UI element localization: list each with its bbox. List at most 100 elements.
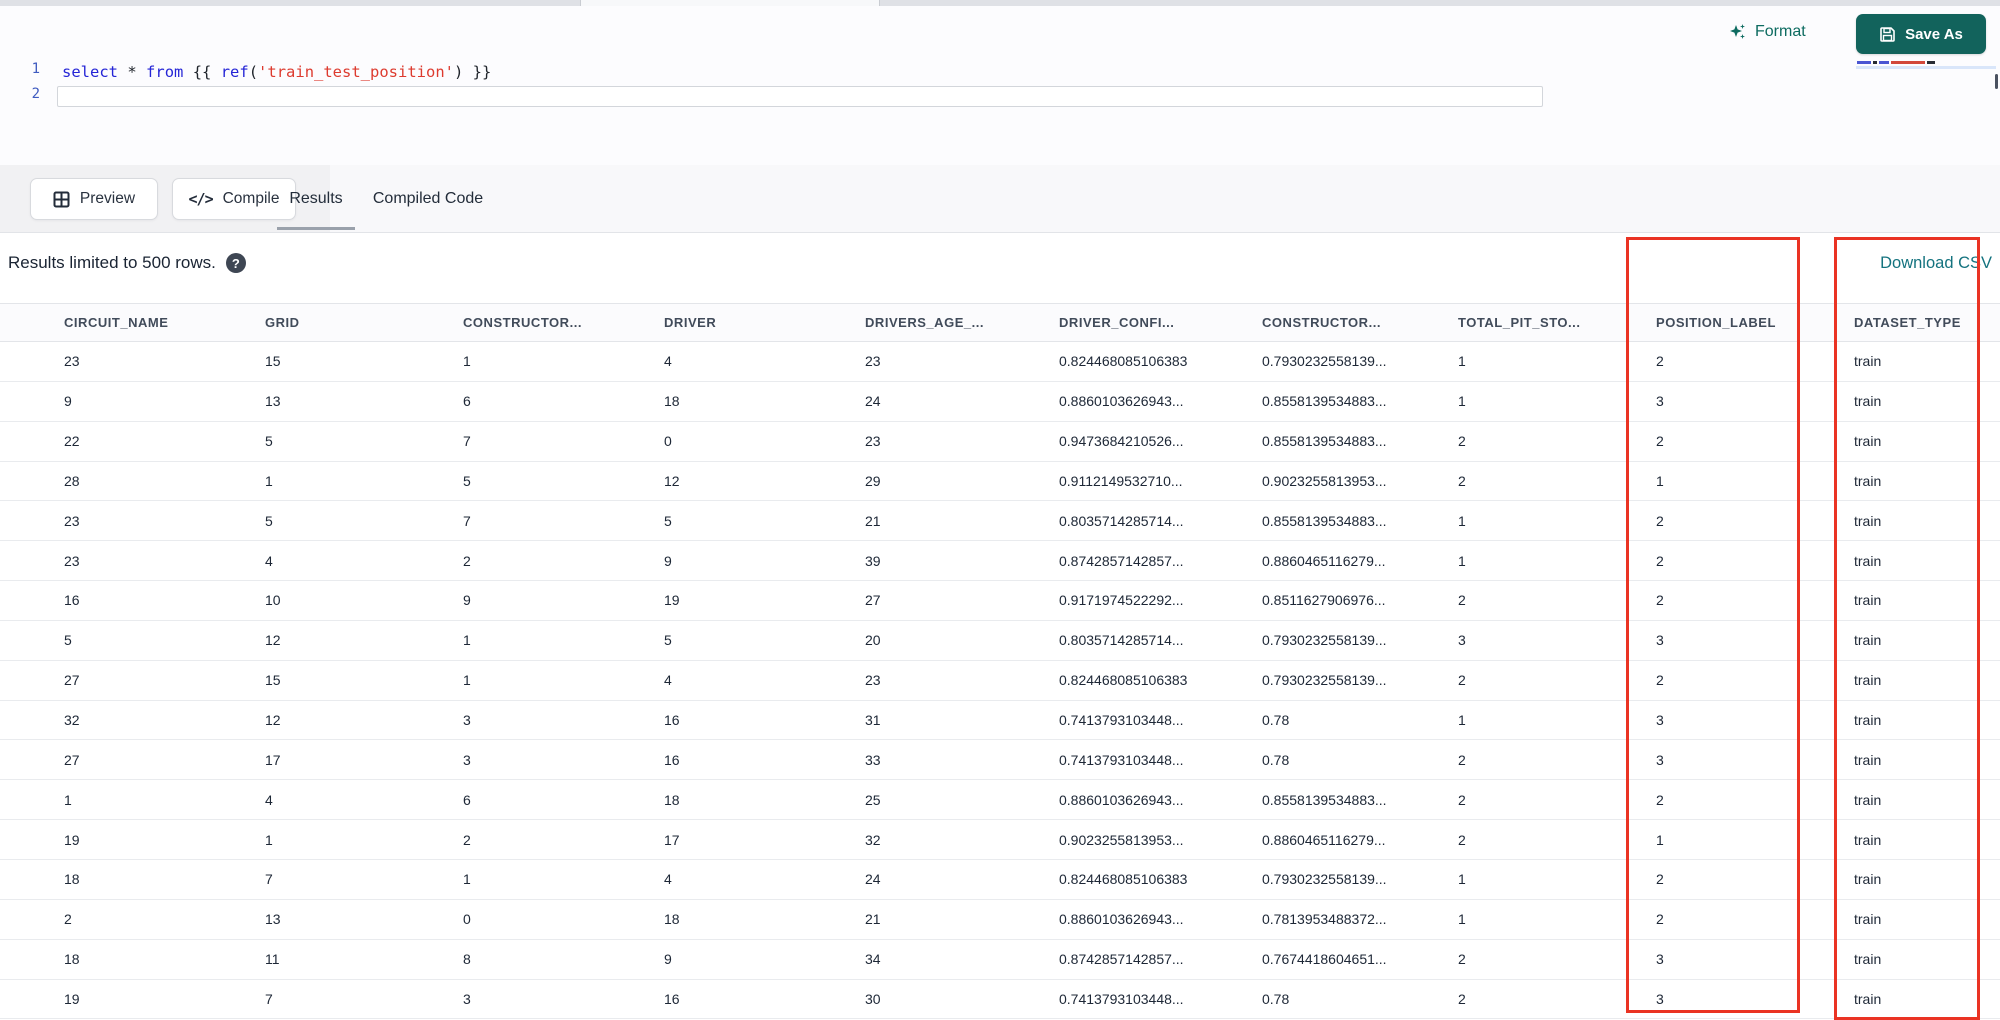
table-cell: 24 [865,393,881,410]
table-cell: 1 [1458,871,1466,888]
table-cell: 0.8511627906976... [1262,592,1386,609]
code-token-plain: }} [463,63,492,81]
table-body: 23 15 1 4 23 0.824468085106383 0.7930232558139… [0,342,2000,1020]
table-cell: 0.9112149532710... [1059,472,1183,489]
table-cell: 0.9023255813953... [1262,472,1387,489]
table-grid-icon [53,191,70,208]
table-cell: 23 [865,672,881,689]
format-button[interactable]: Format [1728,22,1806,42]
compile-button-label: Compile [222,190,280,207]
table-row: 28 1 5 12 29 0.9112149532710... 0.902325581395… [0,461,2000,502]
table-cell: 0.824468085106383 [1059,353,1188,370]
table-cell: 12 [664,472,680,489]
table-cell: train [1854,672,1882,689]
table-row: 5 12 1 5 20 0.8035714285714... 0.7930232558139… [0,620,2000,661]
tab-compiled-code[interactable]: Compiled Code [367,165,489,232]
column-header-dataset-type: DATASET_TYPE [1854,315,1961,330]
table-cell: train [1854,433,1882,450]
column-header-grid: GRID [265,315,300,330]
table-cell: 27 [64,672,80,689]
editor-minimap[interactable] [1856,58,1997,72]
table-cell: 10 [265,592,281,609]
table-cell: train [1854,712,1882,729]
table-cell: 17 [265,751,281,768]
table-cell: 19 [64,831,80,848]
table-cell: 2 [1458,791,1466,808]
table-cell: 18 [64,871,80,888]
table-cell: 0.8860103626943... [1059,791,1184,808]
results-table: CIRCUIT_NAME GRID CONSTRUCTOR... DRIVER DRIV… [0,303,2000,1020]
table-cell: 21 [865,911,881,928]
table-cell: 32 [64,712,80,729]
table-cell: 0.7413793103448... [1059,712,1184,729]
action-toolbar: Preview </> Compile Results Compiled Cod… [0,165,2000,233]
table-row: 18 7 1 4 24 0.824468085106383 0.7930232558139.… [0,859,2000,900]
table-row: 2 13 0 18 21 0.8860103626943... 0.781395348837… [0,899,2000,940]
active-line-cursor-box[interactable] [57,86,1543,107]
save-as-button-label: Save As [1905,25,1963,43]
column-header-drivers-age: DRIVERS_AGE_... [865,315,985,330]
table-cell: 0.7413793103448... [1059,751,1184,768]
table-cell: 3 [1656,632,1664,649]
table-cell: 2 [1458,433,1466,450]
table-cell: 0.9023255813953... [1059,831,1184,848]
table-cell: train [1854,552,1882,569]
minimap-segment [1879,61,1889,64]
column-header-constructor: CONSTRUCTOR... [1262,315,1381,330]
table-cell: 2 [1458,831,1466,848]
table-cell: 2 [1458,951,1466,968]
help-icon[interactable]: ? [225,253,246,273]
table-cell: 0.9473684210526... [1059,433,1184,450]
table-cell: train [1854,592,1882,609]
table-cell: 3 [1656,712,1664,729]
code-token-keyword: from [146,63,184,81]
tab-results[interactable]: Results [277,165,355,232]
table-cell: 2 [1656,433,1664,450]
table-cell: 2 [463,552,471,569]
table-cell: 0.7930232558139... [1262,672,1387,689]
table-cell: 1 [463,353,471,370]
save-as-button[interactable]: Save As [1856,14,1986,54]
table-cell: 16 [64,592,80,609]
table-cell: 9 [463,592,471,609]
table-cell: 0.8742857142857... [1059,951,1184,968]
code-token-function: ref [220,63,249,81]
table-cell: 0.78 [1262,712,1290,729]
table-cell: 16 [664,751,680,768]
table-header-row: CIRCUIT_NAME GRID CONSTRUCTOR... DRIVER DRIV… [0,303,2000,342]
table-cell: 11 [265,951,280,968]
preview-button[interactable]: Preview [30,178,158,220]
table-row: 22 5 7 0 23 0.9473684210526... 0.8558139534883… [0,421,2000,462]
table-row: 9 13 6 18 24 0.8860103626943... 0.855813953488… [0,381,2000,422]
dbt-ide-screen: Format Save As 1 2 select * from {{ ref(… [0,0,2000,1020]
table-row: 23 5 7 5 21 0.8035714285714... 0.8558139534883… [0,501,2000,542]
sparkles-icon [1728,22,1748,42]
table-cell: 39 [865,552,881,569]
table-cell: 1 [1458,712,1466,729]
table-cell: 30 [865,990,881,1007]
table-row: 23 15 1 4 23 0.824468085106383 0.7930232558139… [0,342,2000,382]
table-row: 19 1 2 17 32 0.9023255813953... 0.886046511627… [0,820,2000,860]
table-cell: 8 [463,951,471,968]
code-token-plain: {{ [183,63,221,81]
table-cell: 0.78 [1262,751,1290,768]
code-line-1[interactable]: select * from {{ ref('train_test_positio… [62,61,491,83]
table-cell: 17 [664,831,680,848]
table-row: 19 7 3 16 30 0.7413793103448... 0.78 2 3 train [0,979,2000,1020]
table-cell: 1 [1656,472,1664,489]
table-cell: 1 [265,472,273,489]
table-cell: 2 [1458,751,1466,768]
table-cell: train [1854,911,1882,928]
table-cell: 2 [1656,791,1664,808]
table-cell: train [1854,632,1882,649]
table-cell: 15 [265,672,281,689]
table-cell: 0.8558139534883... [1262,512,1387,529]
table-cell: 1 [1458,353,1466,370]
code-token-plain: ( [248,63,259,81]
editor-scrollbar[interactable] [1995,74,1998,89]
table-cell: 21 [865,512,881,529]
table-cell: 6 [463,393,471,410]
download-csv-link[interactable]: Download CSV [1880,233,1992,293]
table-cell: 1 [463,632,471,649]
sql-editor-pane[interactable]: Format Save As 1 2 select * from {{ ref(… [0,6,2000,165]
